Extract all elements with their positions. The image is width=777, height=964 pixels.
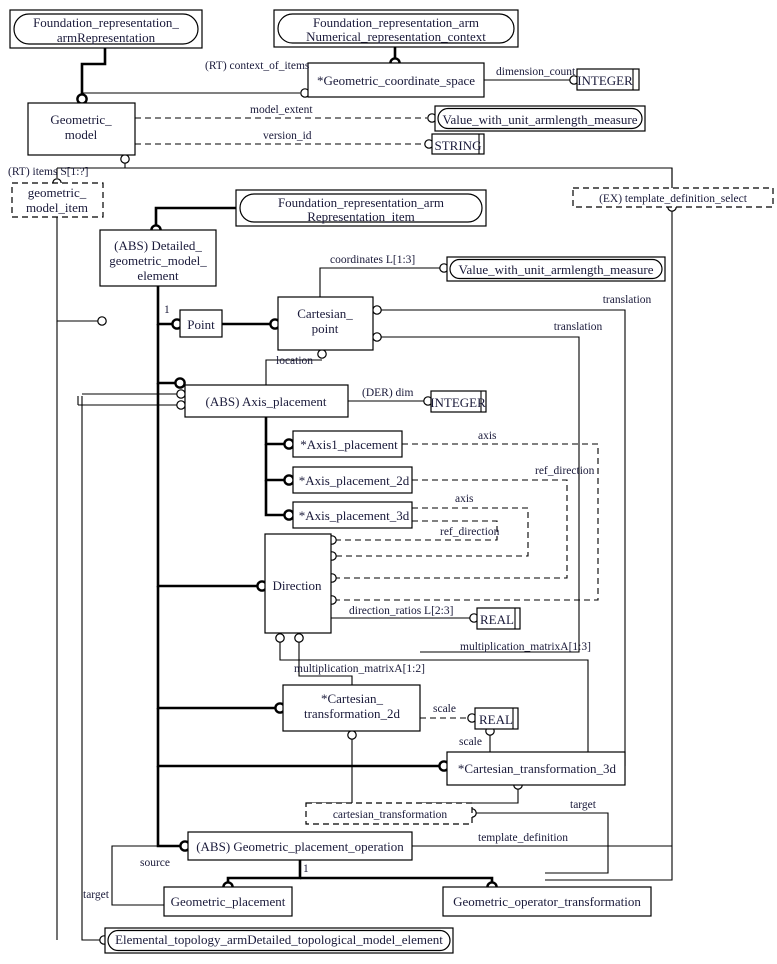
label-template-definition: template_definition xyxy=(478,832,568,844)
entity-cartesian-transformation-2d-line2: transformation_2d xyxy=(304,706,401,721)
type-real-2: REAL xyxy=(479,712,513,727)
entity-axis-placement: (ABS) Axis_placement xyxy=(206,394,327,409)
select-geometric-model-item-line2: model_item xyxy=(26,200,88,215)
type-integer-2: INTEGER xyxy=(430,395,486,410)
type-string: STRING xyxy=(435,138,482,153)
label-scale-2: scale xyxy=(459,736,482,748)
label-scale-1: scale xyxy=(433,703,456,715)
entity-cartesian-transformation-3d: *Cartesian_transformation_3d xyxy=(458,761,617,776)
label-cardinality-one-2: 1 xyxy=(303,863,309,875)
label-location: location xyxy=(276,355,313,367)
label-direction-ratios: direction_ratios L[2:3] xyxy=(349,605,453,617)
entity-geometric-placement-operation: (ABS) Geometric_placement_operation xyxy=(196,839,404,854)
entity-cartesian-point-line2: point xyxy=(312,321,339,336)
entity-detailed-gme-line1: (ABS) Detailed_ xyxy=(114,238,202,253)
select-cartesian-transformation: cartesian_transformation xyxy=(333,809,448,821)
entity-point: Point xyxy=(187,317,215,332)
express-g-diagram: .bx{fill:#fff;stroke:#000;stroke-width:1… xyxy=(0,0,777,964)
select-geometric-model-item-line1: geometric_ xyxy=(28,185,87,200)
label-dim: (DER) dim xyxy=(362,387,413,399)
entity-foundation-representation-line1: Foundation_representation_ xyxy=(33,15,179,30)
entity-cartesian-point-line1: Cartesian_ xyxy=(297,306,353,321)
entity-detailed-gme-line3: element xyxy=(137,268,179,283)
type-value-with-unit-measure-2: Value_with_unit_armlength_measure xyxy=(459,262,654,277)
entity-geometric-model-line1: Geometric_ xyxy=(50,112,112,127)
select-template-definition-select: (EX) template_definition_select xyxy=(599,193,748,205)
label-version-id: version_id xyxy=(263,130,312,142)
label-dimension-count: dimension_count xyxy=(496,66,576,78)
label-translation-1: translation xyxy=(603,294,652,306)
label-multiplication-matrix-12: multiplication_matrixA[1:2] xyxy=(294,663,425,675)
entity-elemental-topology: Elemental_topology_armDetailed_topologic… xyxy=(115,932,443,947)
label-items: (RT) items S[1:?] xyxy=(8,166,88,178)
label-axis-1: axis xyxy=(478,430,497,442)
entity-representation-item-line2: Representation_item xyxy=(307,209,415,224)
type-integer-1: INTEGER xyxy=(577,73,633,88)
entity-detailed-gme-line2: geometric_model_ xyxy=(109,253,207,268)
entity-axis-placement-2d: *Axis_placement_2d xyxy=(299,473,410,488)
label-translation-2: translation xyxy=(554,321,603,333)
entity-direction: Direction xyxy=(272,578,322,593)
entity-cartesian-transformation-2d-line1: *Cartesian_ xyxy=(321,691,384,706)
label-cardinality-one-1: 1 xyxy=(164,304,170,316)
label-coordinates: coordinates L[1:3] xyxy=(330,254,415,266)
entity-numerical-context-line2: Numerical_representation_context xyxy=(306,29,486,44)
entity-foundation-representation-line2: armRepresentation xyxy=(57,30,156,45)
label-target-1: target xyxy=(83,889,110,901)
diagram-canvas: .bx{fill:#fff;stroke:#000;stroke-width:1… xyxy=(8,9,774,954)
label-context-of-items: (RT) context_of_items xyxy=(205,60,310,72)
entity-geometric-placement: Geometric_placement xyxy=(171,894,286,909)
entity-axis1-placement: *Axis1_placement xyxy=(300,437,398,452)
entity-geometric-model-line2: model xyxy=(65,127,98,142)
entity-numerical-context-line1: Foundation_representation_arm xyxy=(313,15,479,30)
label-source: source xyxy=(140,857,170,869)
label-target-2: target xyxy=(570,799,597,811)
type-value-with-unit-measure-1: Value_with_unit_armlength_measure xyxy=(443,112,638,127)
label-axis-2: axis xyxy=(455,493,474,505)
type-real-1: REAL xyxy=(480,612,514,627)
entity-axis-placement-3d: *Axis_placement_3d xyxy=(299,508,410,523)
label-model-extent: model_extent xyxy=(250,104,313,116)
label-ref-direction-1: ref_direction xyxy=(535,465,595,477)
entity-representation-item-line1: Foundation_representation_arm xyxy=(278,195,444,210)
entity-geometric-coordinate-space: *Geometric_coordinate_space xyxy=(317,73,475,88)
entity-geometric-operator-transformation: Geometric_operator_transformation xyxy=(453,894,641,909)
label-ref-direction-2: ref_direction xyxy=(440,526,500,538)
label-multiplication-matrix-13: multiplication_matrixA[1:3] xyxy=(460,641,591,653)
